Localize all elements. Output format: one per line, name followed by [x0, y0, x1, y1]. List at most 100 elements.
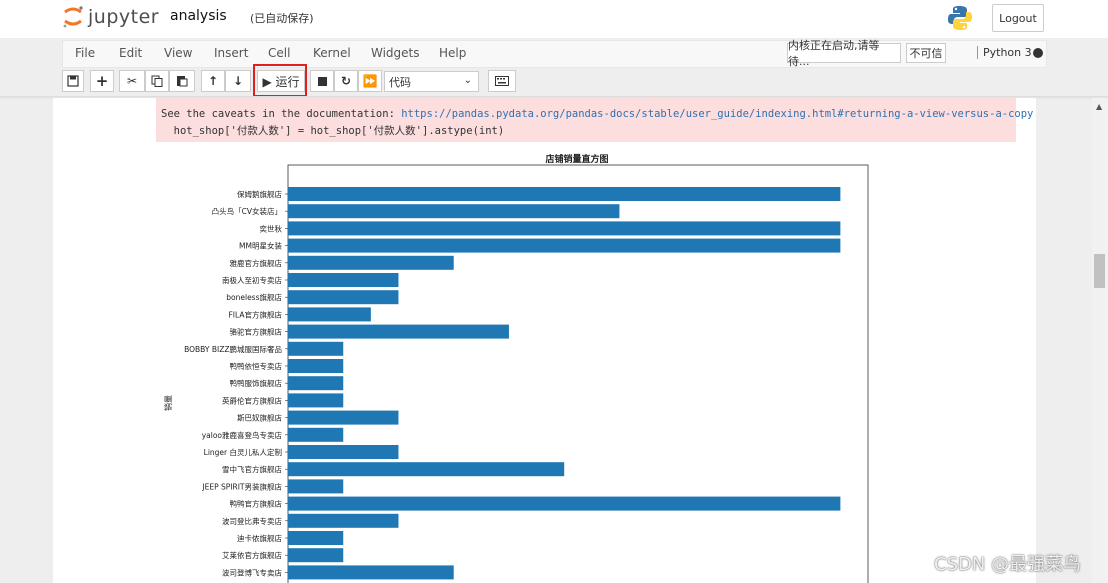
bar-2 — [288, 221, 841, 236]
chart-title: 店铺销量直方图 — [545, 153, 608, 165]
cell-type-value: 代码 — [389, 75, 411, 89]
scroll-thumb[interactable] — [1094, 254, 1105, 288]
bar-20 — [288, 531, 344, 545]
header: jupyter analysis (已自动保存) Logout — [0, 0, 1108, 38]
bar-1 — [288, 204, 620, 219]
chart-tick-labels: 保姆鹅旗舰店凸头鸟「CV女装店」奕世秋 MM明星女装雅鹿官方旗舰店南极人至初专卖店… — [184, 189, 288, 577]
copy-icon — [151, 75, 163, 87]
y-tick-label-7: FILA官方旗舰店 — [228, 309, 282, 319]
restart-run-all-button[interactable]: ⏩ — [358, 70, 382, 92]
bar-chart: 店铺销量直方图 销量 保姆鹅旗舰店凸头鸟「CV女装店」奕世秋 MM明星女装雅鹿官方… — [163, 153, 869, 583]
bar-11 — [288, 376, 344, 391]
command-palette-button[interactable] — [488, 70, 516, 92]
bar-3 — [288, 238, 841, 253]
save-status: (已自动保存) — [250, 12, 314, 25]
menu-bar: File Edit View Insert Cell Kernel Widget… — [62, 39, 1047, 68]
copy-button[interactable] — [145, 70, 169, 92]
menu-kernel[interactable]: Kernel — [313, 46, 351, 60]
menu-file[interactable]: File — [75, 46, 95, 60]
save-button[interactable] — [62, 70, 84, 92]
logout-button[interactable]: Logout — [992, 4, 1044, 32]
plus-icon: + — [95, 72, 109, 90]
interrupt-button[interactable] — [310, 70, 334, 92]
y-tick-label-8: 骆驼官方旗舰店 — [230, 327, 283, 337]
stop-icon — [317, 76, 327, 86]
scissors-icon: ✂ — [126, 74, 138, 88]
y-tick-label-22: 波司登博飞专卖店 — [222, 567, 282, 577]
watermark: CSDN @最强菜鸟 — [934, 554, 1082, 575]
chevron-down-icon: ⌄ — [463, 75, 472, 86]
paste-button[interactable] — [169, 70, 195, 92]
y-tick-label-6: boneless旗舰店 — [226, 292, 282, 302]
y-tick-label-4: 雅鹿官方旗舰店 — [230, 258, 283, 268]
bar-19 — [288, 513, 399, 528]
bar-22 — [288, 565, 454, 580]
bar-21 — [288, 548, 344, 563]
y-tick-label-19: 波司登比弗专卖店 — [222, 516, 282, 526]
y-tick-label-0: 保姆鹅旗舰店 — [237, 189, 282, 199]
y-tick-label-5: 南极人至初专卖店 — [222, 275, 282, 285]
y-tick-label-12: 英爵伦官方旗舰店 — [222, 395, 282, 405]
menu-widgets[interactable]: Widgets — [371, 46, 420, 60]
trust-button[interactable]: 不可信 — [906, 43, 946, 63]
bar-4 — [288, 255, 454, 270]
y-tick-label-18: 鸭鸭官方旗舰店 — [230, 499, 283, 509]
python-icon — [948, 6, 972, 30]
scrollbar[interactable]: ▲ — [1092, 98, 1108, 583]
kernel-busy-indicator — [1033, 48, 1043, 58]
menu-cell[interactable]: Cell — [268, 46, 290, 60]
cell-type-select[interactable]: 代码 ⌄ — [384, 71, 479, 92]
bar-9 — [288, 341, 344, 356]
jupyter-icon — [63, 6, 83, 28]
run-button-highlight — [253, 64, 307, 97]
bar-12 — [288, 393, 344, 408]
jupyter-logo-text: jupyter — [88, 6, 160, 28]
menu-help[interactable]: Help — [439, 46, 466, 60]
y-tick-label-14: yaloo雅鹿喜登鸟专卖店 — [202, 430, 283, 440]
jupyter-logo[interactable]: jupyter — [62, 4, 159, 30]
bar-13 — [288, 410, 399, 425]
chart-ylabel: 销量 — [163, 395, 173, 411]
save-icon — [67, 75, 79, 87]
notebook-name[interactable]: analysis — [170, 8, 227, 24]
y-tick-label-20: 迪卡侬旗舰店 — [237, 533, 282, 543]
y-tick-label-2: 奕世秋 — [260, 223, 283, 233]
bar-6 — [288, 290, 399, 305]
restart-icon: ↻ — [340, 74, 352, 88]
bar-8 — [288, 324, 509, 339]
bar-14 — [288, 427, 344, 442]
restart-button[interactable]: ↻ — [334, 70, 358, 92]
bar-0 — [288, 187, 841, 201]
y-tick-label-16: 雪中飞官方旗舰店 — [222, 464, 282, 474]
y-tick-label-21: 艾莱依官方旗舰店 — [222, 550, 282, 560]
y-tick-label-3: MM明星女装 — [239, 241, 282, 251]
keyboard-icon — [495, 76, 509, 86]
y-tick-label-17: JEEP SPIRIT男装旗舰店 — [201, 481, 282, 491]
menu-edit[interactable]: Edit — [119, 46, 142, 60]
bar-5 — [288, 273, 399, 287]
cut-button[interactable]: ✂ — [119, 70, 145, 92]
bar-7 — [288, 307, 371, 322]
menu-insert[interactable]: Insert — [214, 46, 248, 60]
y-tick-label-13: 斯巴奴旗舰店 — [237, 413, 282, 423]
kernel-name[interactable]: Python 3 — [977, 46, 1032, 59]
insert-cell-button[interactable]: + — [90, 70, 114, 92]
chart-bars — [288, 187, 841, 580]
fast-forward-icon: ⏩ — [362, 74, 378, 88]
y-tick-label-1: 凸头鸟「CV女装店」 — [212, 206, 282, 216]
scroll-up-icon[interactable]: ▲ — [1096, 102, 1102, 111]
y-tick-label-11: 鸭鸭服饰旗舰店 — [230, 378, 283, 388]
move-down-button[interactable]: ↓ — [225, 70, 251, 92]
y-tick-label-9: BOBBY BIZZ鹏城服国际奢品 — [184, 344, 282, 354]
bar-10 — [288, 359, 344, 373]
arrow-up-icon: ↑ — [207, 74, 219, 88]
arrow-down-icon: ↓ — [232, 74, 244, 88]
menu-view[interactable]: View — [164, 46, 192, 60]
kernel-status-indicator: 内核正在启动,请等待... — [787, 39, 901, 68]
y-tick-label-10: 鸭鸭依恒专卖店 — [230, 361, 283, 371]
move-up-button[interactable]: ↑ — [201, 70, 225, 92]
y-tick-label-15: Linger 白灵儿私人定制 — [204, 447, 282, 457]
paste-icon — [177, 76, 188, 87]
notebook-container: See the caveats in the documentation: ht… — [53, 98, 1036, 583]
bar-15 — [288, 445, 399, 459]
